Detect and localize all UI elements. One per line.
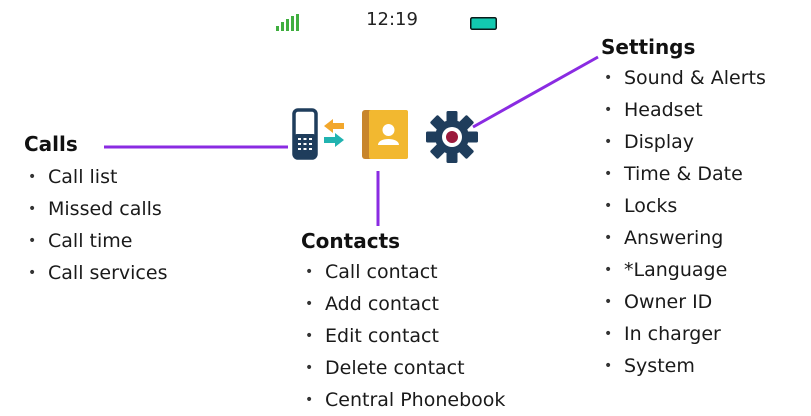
- transfer-arrows-icon: [324, 119, 344, 147]
- list-item: Call contact: [301, 256, 505, 288]
- list-item: Missed calls: [24, 193, 167, 225]
- list-item: Headset: [600, 94, 766, 126]
- calls-heading: Calls: [24, 132, 78, 156]
- signal-strength-icon: [276, 14, 299, 31]
- list-item: In charger: [600, 318, 766, 350]
- list-item: *Language: [600, 254, 766, 286]
- contacts-heading: Contacts: [301, 229, 401, 253]
- contacts-list: Call contact Add contact Edit contact De…: [301, 256, 505, 416]
- settings-heading: Settings: [601, 35, 696, 59]
- list-item: Call time: [24, 225, 167, 257]
- calls-list: Call list Missed calls Call time Call se…: [24, 161, 167, 289]
- status-time: 12:19: [366, 9, 418, 30]
- list-item: Call services: [24, 257, 167, 289]
- list-item: Time & Date: [600, 158, 766, 190]
- gear-icon[interactable]: [426, 111, 478, 163]
- settings-list: Sound & Alerts Headset Display Time & Da…: [600, 62, 766, 382]
- list-item: Call list: [24, 161, 167, 193]
- list-item: Answering: [600, 222, 766, 254]
- contacts-book-icon[interactable]: [361, 109, 409, 160]
- list-item: Central Phonebook: [301, 384, 505, 416]
- list-item: System: [600, 350, 766, 382]
- battery-icon: [470, 17, 497, 30]
- settings-connector: [472, 55, 599, 129]
- list-item: Owner ID: [600, 286, 766, 318]
- list-item: Locks: [600, 190, 766, 222]
- list-item: Display: [600, 126, 766, 158]
- list-item: Edit contact: [301, 320, 505, 352]
- list-item: Delete contact: [301, 352, 505, 384]
- phone-icon[interactable]: [292, 108, 318, 160]
- list-item: Add contact: [301, 288, 505, 320]
- list-item: Sound & Alerts: [600, 62, 766, 94]
